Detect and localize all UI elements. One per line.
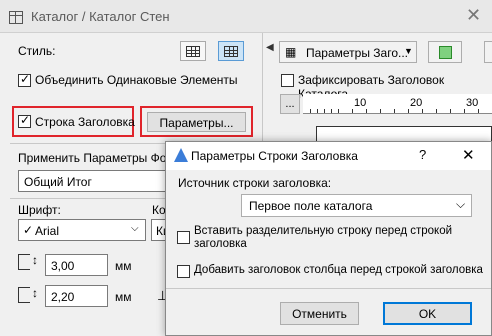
- grid-icon: [186, 46, 200, 57]
- dialog-separator: [166, 288, 491, 289]
- header-row-params-dialog: Параметры Строки Заголовка ? ✕ Источник …: [165, 141, 492, 336]
- merge-label: Объединить Одинаковые Элементы: [35, 73, 238, 87]
- ruler-label: 20: [410, 97, 423, 109]
- unit-label-2: мм: [115, 290, 132, 304]
- chevron-down-icon: ⌵: [456, 197, 466, 211]
- merge-checkbox[interactable]: [18, 72, 31, 87]
- add-column-header-checkbox[interactable]: [177, 265, 190, 278]
- source-label: Источник строки заголовка:: [178, 176, 332, 190]
- ruler-settings-button[interactable]: ...: [280, 94, 300, 114]
- catalog-preview: [316, 126, 492, 141]
- ruler-label: 10: [354, 97, 367, 109]
- format-field[interactable]: Общий Итог: [18, 170, 178, 192]
- extra-tool-button[interactable]: [484, 41, 492, 63]
- dialog-close-icon[interactable]: ✕: [462, 146, 475, 164]
- cancel-button[interactable]: Отменить: [280, 302, 359, 325]
- ruler-label: 30: [466, 97, 479, 109]
- ruler: 10 20 30: [303, 94, 492, 114]
- insert-separator-checkbox[interactable]: [177, 231, 190, 244]
- chevron-down-icon: ⌵: [131, 223, 139, 234]
- window-close-icon[interactable]: ✕: [466, 5, 481, 26]
- params-dropdown-label: Параметры Заго...: [306, 46, 409, 60]
- font-height-icon: ↕: [18, 253, 38, 272]
- grid-icon: ▦: [285, 45, 297, 59]
- code-label: Ко: [152, 203, 166, 217]
- add-column-header-label: Добавить заголовок столбца перед строкой…: [194, 264, 483, 276]
- style-label: Стиль:: [18, 44, 56, 58]
- font-value: Arial: [35, 224, 60, 238]
- font-check-icon: ✓: [23, 223, 34, 237]
- help-icon[interactable]: ?: [419, 147, 426, 162]
- insert-separator-label: Вставить разделительную строку перед стр…: [194, 225, 453, 250]
- unit-label: мм: [115, 259, 132, 273]
- source-select[interactable]: Первое поле каталога ⌵: [241, 194, 472, 217]
- line-spacing-field[interactable]: 2,20: [45, 285, 108, 307]
- apply-format-label: Применить Параметры Фор: [18, 151, 174, 165]
- style-grid-button[interactable]: [180, 41, 206, 61]
- selection-square-icon: [439, 46, 452, 59]
- source-value: Первое поле каталога: [249, 199, 373, 213]
- header-row-checkbox[interactable]: [18, 113, 31, 128]
- fix-header-checkbox[interactable]: [281, 74, 294, 87]
- catalog-icon: [9, 11, 23, 24]
- header-row-label: Строка Заголовка: [35, 115, 135, 129]
- chevron-down-icon: ▼: [404, 46, 413, 56]
- font-size-field[interactable]: 3,00: [45, 254, 108, 276]
- style-grid-filled-button[interactable]: [218, 41, 244, 61]
- font-label: Шрифт:: [18, 203, 61, 217]
- dialog-title: Параметры Строки Заголовка: [191, 149, 358, 163]
- grid-filled-icon: [224, 46, 238, 57]
- app-logo-icon: [174, 148, 188, 162]
- line-spacing-icon: ↕: [18, 286, 38, 305]
- params-dropdown[interactable]: ▦ Параметры Заго... ▼: [279, 41, 417, 63]
- window-title: Каталог / Каталог Стен: [31, 9, 170, 24]
- collapse-arrow-icon[interactable]: ◀: [266, 42, 274, 53]
- select-tool-button[interactable]: [428, 41, 462, 63]
- font-select[interactable]: ✓ Arial ⌵: [18, 219, 146, 241]
- ok-button[interactable]: OK: [383, 302, 472, 325]
- params-button[interactable]: Параметры...: [147, 112, 246, 132]
